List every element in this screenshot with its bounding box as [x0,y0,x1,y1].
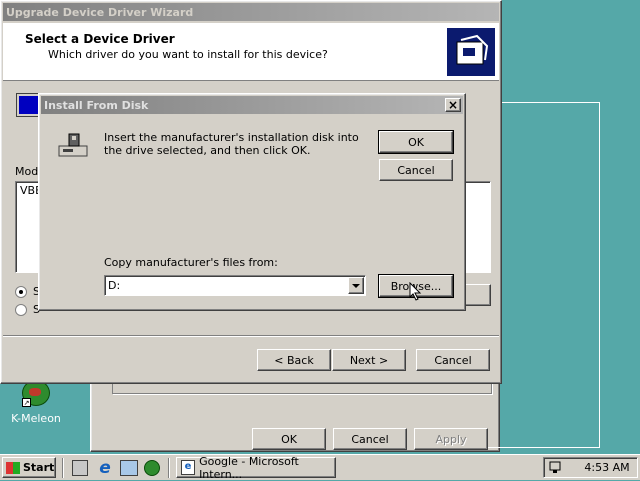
wizard-title: Upgrade Device Driver Wizard [6,5,194,19]
install-from-disk-dialog: Install From Disk × Insert the manufactu… [38,93,466,311]
taskbar-task-label: Google - Microsoft Intern... [199,454,299,481]
network-icon[interactable] [120,460,138,476]
show-desktop-icon[interactable] [72,460,88,476]
radio-selected-icon [15,285,27,298]
shortcut-arrow-icon: ↗ [22,398,31,407]
combobox-dropdown-button[interactable] [348,277,364,294]
taskbar-separator [62,458,64,478]
wizard-subheading: Which driver do you want to install for … [48,48,328,61]
dialog-title: Install From Disk [44,98,149,112]
chevron-down-icon [352,283,360,288]
back-button[interactable]: < Back [257,349,331,371]
path-value: D: [108,279,121,292]
windows-logo-icon [6,461,20,474]
kmeleon-quicklaunch-icon[interactable] [144,460,160,476]
taskbar-separator-2 [168,458,170,478]
radio-option-1[interactable]: S [15,285,40,298]
start-button[interactable]: Start [2,457,56,478]
internet-explorer-icon[interactable]: e [96,459,114,477]
dialog-ok-button[interactable]: OK [378,130,454,154]
wizard-heading: Select a Device Driver [25,32,175,46]
taskbar-task-google-ie[interactable]: e Google - Microsoft Intern... [176,454,336,481]
kmeleon-icon-label: K-Meleon [11,412,61,425]
floppy-drive-icon [55,132,89,160]
have-disk-button-partial[interactable] [463,284,491,306]
wizard-cancel-button[interactable]: Cancel [416,349,490,371]
background-apply-button[interactable]: Apply [414,428,488,450]
path-combobox[interactable]: D: [104,275,366,296]
connector-line [488,102,600,448]
background-ok-button[interactable]: OK [252,428,326,450]
next-button[interactable]: Next > [332,349,406,371]
mouse-pointer-icon [409,281,423,302]
dialog-titlebar: Install From Disk [41,96,463,114]
ie-page-icon: e [181,460,196,475]
background-cancel-button[interactable]: Cancel [333,428,407,450]
clock[interactable]: 4:53 AM [580,461,634,474]
dialog-close-button[interactable]: × [445,98,461,112]
volume-tray-icon[interactable] [548,460,564,474]
system-tray: 4:53 AM [543,457,638,478]
wizard-titlebar: Upgrade Device Driver Wizard [3,3,499,21]
dialog-cancel-button[interactable]: Cancel [379,159,453,181]
radio-option-2[interactable]: S [15,303,40,316]
hardware-wizard-icon [447,28,495,76]
start-label: Start [23,461,55,474]
close-icon: × [447,98,459,112]
dialog-message: Insert the manufacturer's installation d… [104,131,359,157]
copy-from-label: Copy manufacturer's files from: [104,256,278,269]
kmeleon-desktop-icon[interactable]: ↗ K-Meleon [8,378,64,428]
radio-unselected-icon [15,303,27,316]
taskbar: Start e e Google - Microsoft Intern... 4… [0,454,640,481]
wizard-separator [3,335,499,337]
wizard-header: Select a Device Driver Which driver do y… [3,23,499,81]
